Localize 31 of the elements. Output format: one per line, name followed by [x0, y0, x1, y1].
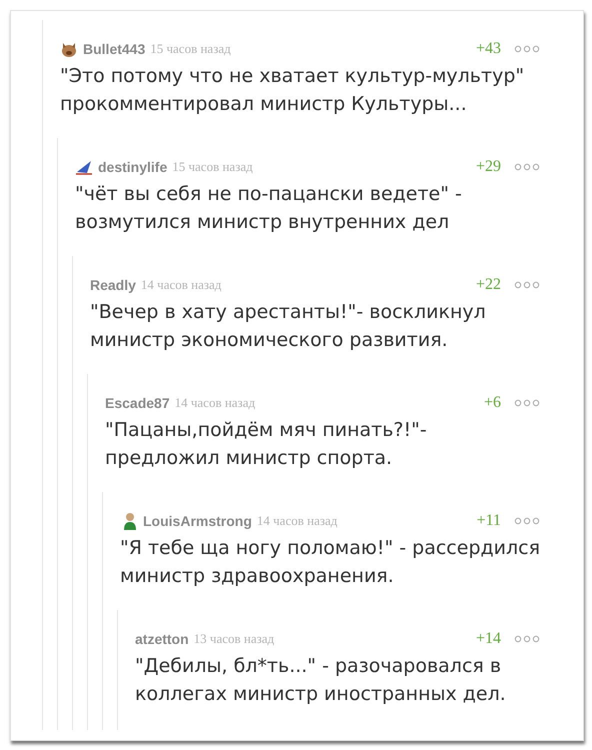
username[interactable]: destinylife [98, 159, 168, 175]
comment-text: "Дебилы, бл*ть..." - разочаровался в коллегах министр иностранных дел. [135, 654, 507, 707]
timestamp: 13 часов назад [194, 631, 274, 647]
more-icon[interactable] [514, 281, 540, 289]
more-icon[interactable] [514, 399, 540, 407]
comment-text: "Это потому что не хватает культур-мультур" прокомментировал министр Культуры... [60, 64, 526, 117]
username[interactable]: Escade87 [105, 395, 170, 411]
comment-text: "чёт вы себя не по-пацански ведете" - возмутился министр внутренних дел [75, 182, 463, 235]
timestamp: 15 часов назад [172, 159, 253, 175]
more-icon[interactable] [514, 517, 540, 525]
username[interactable]: LouisArmstrong [143, 513, 252, 529]
avatar-icon[interactable] [75, 158, 93, 176]
timestamp: 14 часов назад [140, 277, 222, 293]
username[interactable]: Bullet443 [83, 41, 146, 57]
rating-score: +11 [476, 512, 501, 530]
timestamp: 14 часов назад [174, 395, 256, 411]
timestamp: 14 часов назад [256, 513, 338, 529]
comment-text: "Я тебе ща ногу поломаю!" - рассердился министр здравоохранения. [120, 536, 540, 589]
more-icon[interactable] [514, 45, 540, 53]
rating-score: +14 [476, 630, 501, 648]
rating-score: +29 [476, 158, 501, 176]
username[interactable]: atzetton [135, 631, 189, 647]
username[interactable]: Readly [90, 277, 136, 293]
comment-text: "Вечер в хату арестанты!"- воскликнул министр экономического развития. [90, 300, 487, 353]
rating-score: +6 [484, 394, 501, 412]
rating-score: +43 [476, 40, 501, 58]
more-icon[interactable] [514, 635, 540, 643]
timestamp: 15 часов назад [150, 41, 231, 57]
rating-score: +22 [476, 276, 501, 294]
comment-text: "Пацаны,пойдём мяч пинать?!"- предложил министр спорта. [105, 418, 428, 471]
more-icon[interactable] [514, 163, 540, 171]
